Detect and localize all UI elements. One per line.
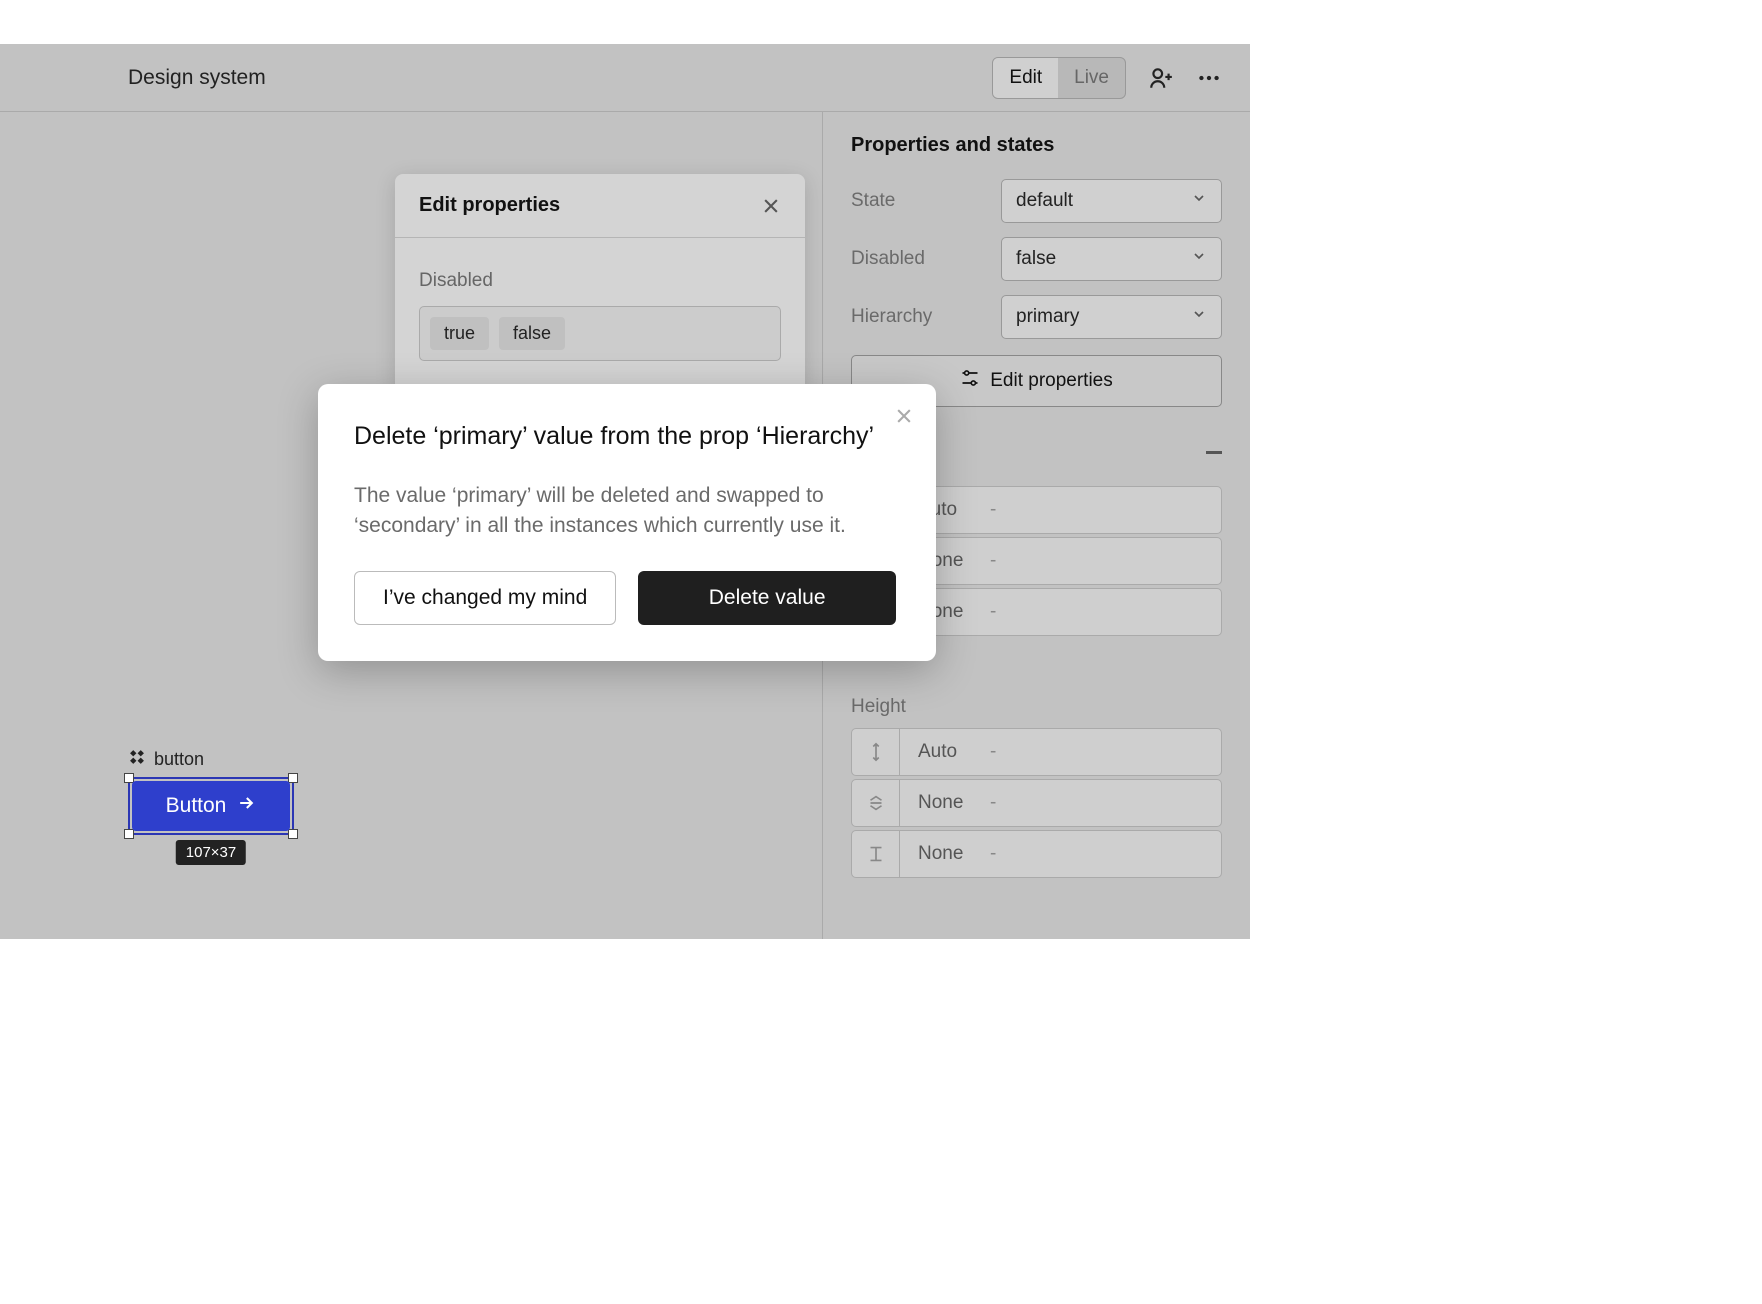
dim-dash: - — [990, 741, 996, 763]
height-label: Height — [851, 696, 1222, 718]
live-mode-button[interactable]: Live — [1058, 58, 1125, 98]
height-auto-icon — [852, 729, 900, 775]
arrow-right-icon — [236, 793, 256, 819]
dim-value: None — [900, 792, 990, 814]
dim-dash: - — [990, 601, 996, 623]
height-row-auto[interactable]: Auto - — [851, 728, 1222, 776]
button-text: Button — [166, 794, 227, 818]
edit-panel-header: Edit properties — [395, 174, 805, 238]
close-icon[interactable] — [761, 196, 781, 216]
page-title: Design system — [128, 66, 266, 90]
edit-panel-body: Disabled true false — [395, 238, 805, 393]
edit-panel-title: Edit properties — [419, 194, 560, 217]
edit-properties-label: Edit properties — [990, 370, 1113, 392]
hierarchy-select[interactable]: primary — [1001, 295, 1222, 339]
dim-dash: - — [990, 550, 996, 572]
prop-group-label: Disabled — [419, 270, 781, 292]
component-icon — [128, 748, 146, 771]
select-value: false — [1016, 248, 1056, 270]
dim-dash: - — [990, 792, 996, 814]
select-value: primary — [1016, 306, 1079, 328]
height-min-icon — [852, 780, 900, 826]
prop-label: State — [851, 190, 1001, 212]
selection-frame[interactable]: Button 107×37 — [128, 777, 294, 835]
modal-actions: I’ve changed my mind Delete value — [354, 571, 896, 625]
prop-label: Disabled — [851, 248, 1001, 270]
prop-row-disabled: Disabled false — [851, 237, 1222, 281]
resize-handle-tr[interactable] — [288, 773, 298, 783]
dim-value: Auto — [900, 741, 990, 763]
selected-component[interactable]: button Button 107×37 — [128, 748, 294, 835]
sliders-icon — [960, 368, 980, 394]
modal-title: Delete ‘primary’ value from the prop ‘Hi… — [354, 420, 896, 453]
prop-label: Hierarchy — [851, 306, 1001, 328]
select-value: default — [1016, 190, 1073, 212]
component-label-row: button — [128, 748, 294, 771]
dim-value: None — [900, 843, 990, 865]
add-user-icon[interactable] — [1148, 65, 1174, 91]
chevron-down-icon — [1191, 248, 1207, 270]
height-row-max[interactable]: None - — [851, 830, 1222, 878]
modal-body: The value ‘primary’ will be deleted and … — [354, 481, 896, 542]
prop-row-hierarchy: Hierarchy primary — [851, 295, 1222, 339]
delete-value-modal: Delete ‘primary’ value from the prop ‘Hi… — [318, 384, 936, 661]
height-max-icon — [852, 831, 900, 877]
delete-value-button[interactable]: Delete value — [638, 571, 896, 625]
prop-row-state: State default — [851, 179, 1222, 223]
edit-mode-button[interactable]: Edit — [993, 58, 1058, 98]
chip-row: true false — [419, 306, 781, 361]
button-preview[interactable]: Button — [132, 781, 290, 831]
dim-dash: - — [990, 843, 996, 865]
panel-title: Properties and states — [851, 134, 1222, 157]
component-name: button — [154, 749, 204, 770]
more-icon[interactable] — [1196, 65, 1222, 91]
edit-properties-panel: Edit properties Disabled true false — [395, 174, 805, 393]
chevron-down-icon — [1191, 306, 1207, 328]
state-select[interactable]: default — [1001, 179, 1222, 223]
chevron-down-icon — [1191, 190, 1207, 212]
resize-handle-bl[interactable] — [124, 829, 134, 839]
dim-dash: - — [990, 499, 996, 521]
height-row-min[interactable]: None - — [851, 779, 1222, 827]
size-badge: 107×37 — [176, 840, 246, 865]
chip-true[interactable]: true — [430, 317, 489, 350]
topbar: Design system Edit Live — [0, 44, 1250, 112]
close-icon[interactable] — [894, 406, 914, 432]
resize-handle-br[interactable] — [288, 829, 298, 839]
mode-switch: Edit Live — [992, 57, 1126, 99]
disabled-select[interactable]: false — [1001, 237, 1222, 281]
minus-icon — [1206, 451, 1222, 454]
topbar-actions: Edit Live — [992, 57, 1222, 99]
chip-false[interactable]: false — [499, 317, 565, 350]
cancel-button[interactable]: I’ve changed my mind — [354, 571, 616, 625]
